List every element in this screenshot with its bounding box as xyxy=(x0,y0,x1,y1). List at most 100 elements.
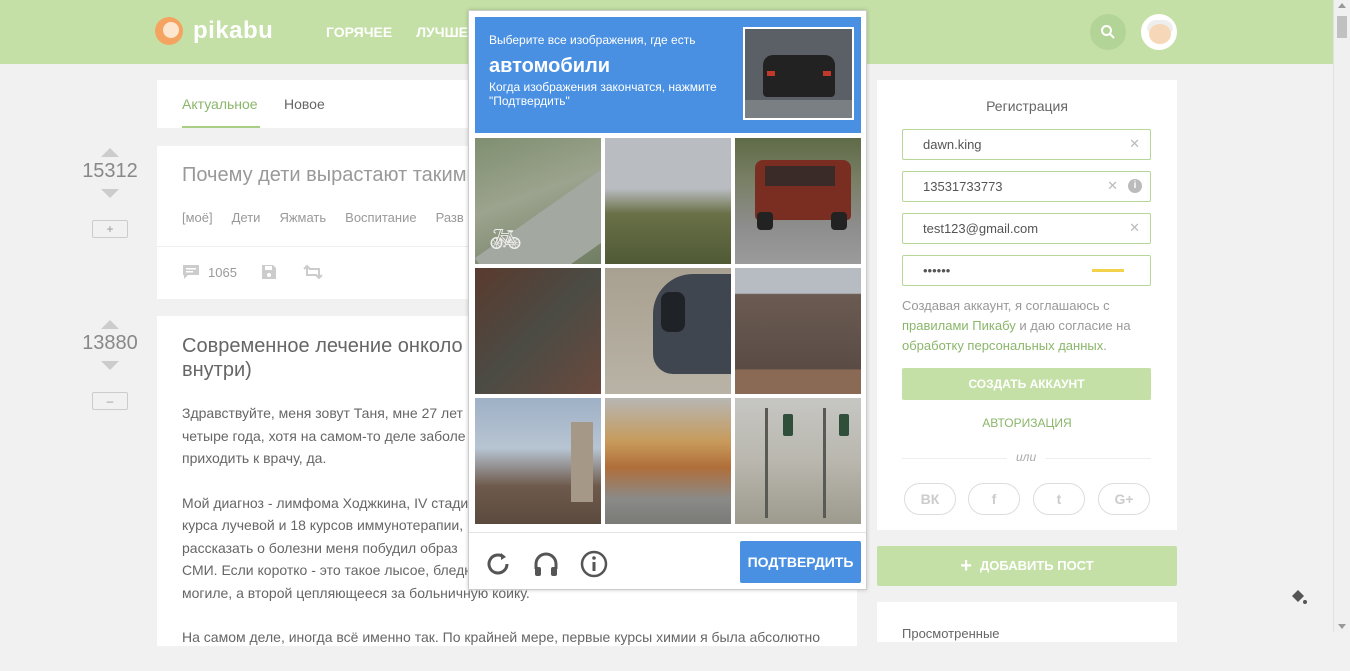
privacy-link[interactable]: обработку персональных данных xyxy=(902,338,1103,353)
viewed-title[interactable]: Просмотренные xyxy=(902,626,1000,641)
comments-count[interactable]: 1065 xyxy=(208,265,237,280)
scroll-up-icon[interactable] xyxy=(1338,3,1346,8)
captcha-tile-autumn-street[interactable] xyxy=(605,398,731,524)
search-button[interactable] xyxy=(1090,14,1126,50)
nav-hot[interactable]: ГОРЯЧЕЕ xyxy=(326,24,392,40)
divider xyxy=(469,532,866,533)
logo[interactable]: pikabu xyxy=(155,16,273,46)
captcha-tile-chimney[interactable] xyxy=(475,398,601,524)
story1-rating: 15312 + xyxy=(80,148,140,238)
sample-taillight xyxy=(823,71,831,76)
bicycle-icon: 🚲︎ xyxy=(489,224,523,254)
text-line: Мой диагноз - лимфома Ходжкина, IV стади xyxy=(182,494,469,511)
tab-actual[interactable]: Актуальное xyxy=(182,96,260,128)
sample-taillight xyxy=(767,71,775,76)
text-line: СМИ. Если коротко - это такое лысое, бле… xyxy=(182,562,473,578)
create-account-button[interactable]: СОЗДАТЬ АККАУНТ xyxy=(902,368,1151,400)
vk-icon: ВК xyxy=(920,491,940,507)
captcha-grid: 🚲︎ xyxy=(475,138,862,525)
story-title[interactable]: Почему дети вырастают такими xyxy=(182,164,478,187)
login-link[interactable]: АВТОРИЗАЦИЯ xyxy=(877,416,1177,430)
scroll-down-icon[interactable] xyxy=(1338,624,1346,629)
rules-link[interactable]: правилами Пикабу xyxy=(902,318,1016,333)
login-value: dawn.king xyxy=(923,137,982,152)
text-line: курса лучевой и 18 курсов иммунотерапии, xyxy=(182,517,464,533)
text-line: четыре года, хотя на самом-то деле забол… xyxy=(182,427,466,444)
tile-pole xyxy=(823,408,826,518)
captcha-tile-dark-car[interactable] xyxy=(605,268,731,394)
or-label: или xyxy=(1007,450,1046,464)
captcha-sample-image xyxy=(743,27,854,120)
clear-icon[interactable]: ✕ xyxy=(1129,136,1140,152)
password-value: •••••• xyxy=(923,263,951,278)
tag[interactable]: [моё] xyxy=(182,210,213,225)
scroll-thumb[interactable] xyxy=(1337,16,1347,38)
tag[interactable]: Воспитание xyxy=(345,210,416,225)
text-line: приходить к врачу, да. xyxy=(182,450,327,466)
logo-text: pikabu xyxy=(193,17,274,44)
captcha-hint: Когда изображения закончатся, нажмите "П… xyxy=(489,80,717,108)
password-field[interactable]: •••••• xyxy=(902,255,1151,286)
upvote-icon[interactable] xyxy=(101,320,119,329)
avatar[interactable] xyxy=(1141,14,1177,50)
captcha-tile-bike-lane[interactable]: 🚲︎ xyxy=(475,138,601,264)
story2-rating: 13880 – xyxy=(80,320,140,410)
avatar-face xyxy=(1149,24,1171,44)
tag[interactable]: Дети xyxy=(232,210,261,225)
info-icon[interactable]: i xyxy=(1128,179,1142,193)
agreement-text: Создавая аккаунт, я соглашаюсь с правила… xyxy=(902,296,1162,356)
story-tags: [моё] Дети Яжмать Воспитание Разв xyxy=(182,210,464,225)
email-field[interactable]: test123@gmail.com ✕ xyxy=(902,213,1151,244)
upvote-icon[interactable] xyxy=(101,148,119,157)
phone-field[interactable]: 13531733773 ✕ i xyxy=(902,171,1151,202)
google-button[interactable]: G+ xyxy=(1098,483,1150,515)
captcha-tile-red-suv[interactable] xyxy=(735,138,861,264)
tile-signal xyxy=(783,414,793,436)
scrollbar[interactable] xyxy=(1333,0,1350,632)
captcha-tile-brick-wall[interactable] xyxy=(475,268,601,394)
captcha-dialog: Выберите все изображения, где есть автом… xyxy=(468,10,867,590)
vk-button[interactable]: ВК xyxy=(904,483,956,515)
clear-icon[interactable]: ✕ xyxy=(1107,178,1118,194)
tile-signal xyxy=(839,414,849,436)
tag[interactable]: Яжмать xyxy=(279,210,326,225)
sample-car xyxy=(763,55,835,97)
captcha-tile-roof[interactable] xyxy=(735,268,861,394)
add-post-label: ДОБАВИТЬ ПОСТ xyxy=(979,558,1094,573)
share-icon[interactable] xyxy=(303,264,323,280)
paint-bucket-icon[interactable] xyxy=(1290,588,1308,606)
viewed-card: Просмотренные xyxy=(877,602,1177,642)
audio-icon[interactable] xyxy=(531,549,561,579)
facebook-button[interactable]: f xyxy=(968,483,1020,515)
phone-value: 13531733773 xyxy=(923,179,1003,194)
rating-value: 13880 xyxy=(82,332,138,354)
login-field[interactable]: dawn.king ✕ xyxy=(902,129,1151,160)
twitter-icon: t xyxy=(1056,491,1062,507)
downvote-icon[interactable] xyxy=(101,361,119,370)
downvote-icon[interactable] xyxy=(101,189,119,198)
add-post-button[interactable]: + ДОБАВИТЬ ПОСТ xyxy=(877,546,1177,586)
reload-icon[interactable] xyxy=(483,549,513,579)
captcha-prompt: Выберите все изображения, где есть xyxy=(489,33,696,47)
google-icon: G+ xyxy=(1114,491,1134,507)
captcha-tile-traffic-lights[interactable] xyxy=(735,398,861,524)
minus-button[interactable]: – xyxy=(92,392,128,410)
verify-button[interactable]: ПОДТВЕРДИТЬ xyxy=(740,541,861,583)
tile-suv-window xyxy=(765,166,835,186)
tile-pole xyxy=(765,408,768,518)
captcha-tile-trees[interactable] xyxy=(605,138,731,264)
story-actions: 1065 xyxy=(182,264,323,280)
plus-button[interactable]: + xyxy=(92,220,128,238)
tab-new[interactable]: Новое xyxy=(284,96,325,112)
twitter-button[interactable]: t xyxy=(1033,483,1085,515)
logo-icon xyxy=(155,17,183,45)
tile-chimney-shape xyxy=(571,422,593,502)
agreement-part: . xyxy=(1103,338,1107,353)
clear-icon[interactable]: ✕ xyxy=(1129,220,1140,236)
comments-icon[interactable] xyxy=(182,264,200,280)
save-icon[interactable] xyxy=(261,264,277,280)
agreement-part: Создавая аккаунт, я соглашаюсь с xyxy=(902,298,1110,313)
info-icon[interactable] xyxy=(579,549,609,579)
text-line: На самом деле, иногда всё именно так. По… xyxy=(182,629,821,645)
tag[interactable]: Разв xyxy=(436,210,464,225)
